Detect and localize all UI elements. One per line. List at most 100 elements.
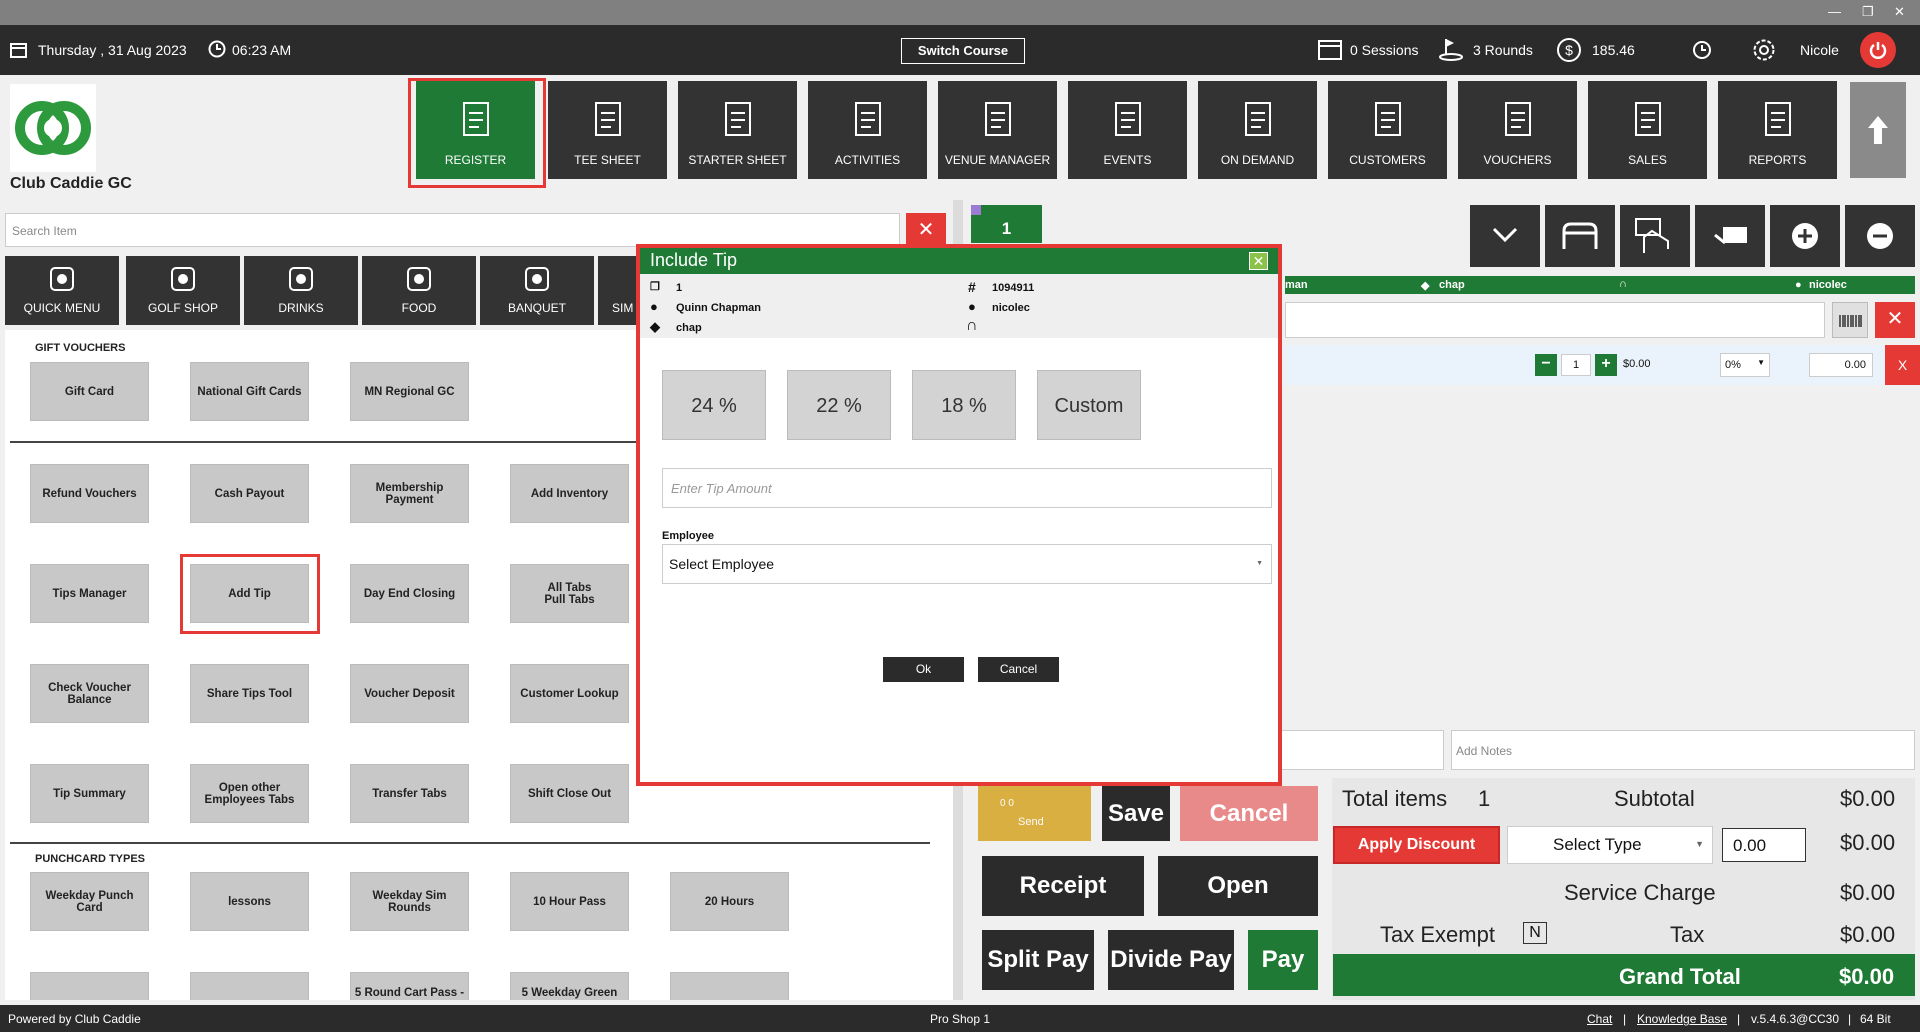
tip-option-custom[interactable]: Custom <box>1037 370 1141 440</box>
scroll-up-button[interactable] <box>1850 82 1906 178</box>
tip-option-24-percent[interactable]: 24 % <box>662 370 766 440</box>
history-clock-icon[interactable] <box>1692 40 1712 60</box>
item-membership-payment[interactable]: Membership Payment <box>350 464 469 523</box>
add-notes-input[interactable]: Add Notes <box>1451 730 1915 770</box>
category-sim[interactable]: SIM <box>598 256 638 325</box>
tip-option-18-percent[interactable]: 18 % <box>912 370 1016 440</box>
category-food[interactable]: FOOD <box>362 256 476 325</box>
category-banquet[interactable]: BANQUET <box>480 256 594 325</box>
cart-button[interactable] <box>1545 205 1615 267</box>
item-lessons[interactable]: lessons <box>190 872 309 931</box>
open-button[interactable]: Open <box>1158 856 1318 916</box>
item-mn-regional-gc[interactable]: MN Regional GC <box>350 362 469 421</box>
category-quick-menu[interactable]: QUICK MENU <box>5 256 119 325</box>
item-day-end-closing[interactable]: Day End Closing <box>350 564 469 623</box>
add-item-button[interactable] <box>1770 205 1840 267</box>
dialog-cancel-button[interactable]: Cancel <box>978 657 1059 682</box>
nav-tile-sales[interactable]: SALES <box>1588 81 1707 179</box>
notes-left-field[interactable] <box>1280 730 1444 770</box>
nav-tile-starter-sheet[interactable]: STARTER SHEET <box>678 81 797 179</box>
item-tip-summary[interactable]: Tip Summary <box>30 764 149 823</box>
item-national-gift-cards[interactable]: National Gift Cards <box>190 362 309 421</box>
clear-customer-button[interactable]: ✕ <box>1875 302 1915 338</box>
tip-option-22-percent[interactable]: 22 % <box>787 370 891 440</box>
line-discount-select[interactable]: 0% ▼ <box>1720 353 1770 377</box>
category-drinks[interactable]: DRINKS <box>244 256 358 325</box>
drawer-balance[interactable]: 185.46 <box>1592 42 1635 58</box>
item-weekday-sim-rounds[interactable]: Weekday Sim Rounds <box>350 872 469 931</box>
close-window-button[interactable]: ✕ <box>1894 4 1905 20</box>
settings-gear-icon[interactable] <box>1752 38 1776 62</box>
tip-amount-input[interactable]: Enter Tip Amount <box>662 468 1272 508</box>
nav-tile-events[interactable]: EVENTS <box>1068 81 1187 179</box>
item-partial[interactable] <box>670 972 789 1000</box>
item-partial[interactable]: 5 Weekday Green <box>510 972 629 1000</box>
send-button[interactable]: 0 0 Send <box>978 786 1091 841</box>
nav-tile-tee-sheet[interactable]: TEE SHEET <box>548 81 667 179</box>
person-icon: ● <box>968 299 976 314</box>
nav-tile-customers[interactable]: CUSTOMERS <box>1328 81 1447 179</box>
discount-type-select[interactable]: Select Type ▼ <box>1507 826 1713 864</box>
search-item-input[interactable]: Search Item <box>5 213 900 247</box>
item-refund-vouchers[interactable]: Refund Vouchers <box>30 464 149 523</box>
item-partial[interactable]: 5 Round Cart Pass - <box>350 972 469 1000</box>
discount-value-input[interactable]: 0.00 <box>1722 828 1806 862</box>
item-10-hour-pass[interactable]: 10 Hour Pass <box>510 872 629 931</box>
item-shift-close-out[interactable]: Shift Close Out <box>510 764 629 823</box>
item-gift-card[interactable]: Gift Card <box>30 362 149 421</box>
nav-tile-activities[interactable]: ACTIVITIES <box>808 81 927 179</box>
chat-link[interactable]: Chat <box>1587 1012 1612 1026</box>
order-tab-1[interactable]: 1 <box>971 205 1042 243</box>
item-weekday-punch-card[interactable]: Weekday Punch Card <box>30 872 149 931</box>
save-button[interactable]: Save <box>1102 786 1170 841</box>
tax-exempt-toggle[interactable]: N <box>1523 922 1547 944</box>
item-cash-payout[interactable]: Cash Payout <box>190 464 309 523</box>
item-all-tabs-pull-tabs[interactable]: All Tabs Pull Tabs <box>510 564 629 623</box>
item-open-other-employees-tabs[interactable]: Open other Employees Tabs <box>190 764 309 823</box>
item-customer-lookup[interactable]: Customer Lookup <box>510 664 629 723</box>
item-add-inventory[interactable]: Add Inventory <box>510 464 629 523</box>
restore-button[interactable]: ❐ <box>1862 4 1874 20</box>
receipt-button[interactable]: Receipt <box>982 856 1144 916</box>
rounds-count[interactable]: 3 Rounds <box>1473 42 1533 58</box>
user-name[interactable]: Nicole <box>1800 42 1839 58</box>
item-share-tips-tool[interactable]: Share Tips Tool <box>190 664 309 723</box>
qty-decrease-button[interactable]: − <box>1535 354 1557 376</box>
nav-tile-reports[interactable]: REPORTS <box>1718 81 1837 179</box>
power-button[interactable] <box>1860 32 1896 68</box>
card-swipe-button[interactable] <box>1695 205 1765 267</box>
remove-line-button[interactable]: X <box>1885 345 1920 385</box>
barcode-button[interactable] <box>1832 302 1868 338</box>
clear-search-button[interactable]: ✕ <box>906 213 946 247</box>
remove-item-button[interactable] <box>1845 205 1915 267</box>
item-voucher-deposit[interactable]: Voucher Deposit <box>350 664 469 723</box>
item-check-voucher-balance[interactable]: Check Voucher Balance <box>30 664 149 723</box>
customer-search-field[interactable] <box>1285 302 1825 338</box>
sessions-count[interactable]: 0 Sessions <box>1350 42 1418 58</box>
nav-tile-on-demand[interactable]: ON DEMAND <box>1198 81 1317 179</box>
pay-button[interactable]: Pay <box>1248 930 1318 990</box>
qty-increase-button[interactable]: + <box>1595 354 1617 376</box>
employee-select[interactable]: Select Employee ▼ <box>662 544 1272 584</box>
cancel-order-button[interactable]: Cancel <box>1180 786 1318 841</box>
nav-tile-vouchers[interactable]: VOUCHERS <box>1458 81 1577 179</box>
dialog-close-button[interactable]: ✕ <box>1249 252 1268 270</box>
split-pay-button[interactable]: Split Pay <box>982 930 1094 990</box>
qty-input[interactable]: 1 <box>1561 354 1591 376</box>
item-20-hours[interactable]: 20 Hours <box>670 872 789 931</box>
item-partial[interactable] <box>190 972 309 1000</box>
hand-payment-button[interactable] <box>1620 205 1690 267</box>
divide-pay-button[interactable]: Divide Pay <box>1108 930 1234 990</box>
switch-course-button[interactable]: Switch Course <box>901 38 1025 64</box>
knowledge-base-link[interactable]: Knowledge Base <box>1637 1012 1727 1026</box>
item-transfer-tabs[interactable]: Transfer Tabs <box>350 764 469 823</box>
dialog-ok-button[interactable]: Ok <box>883 657 964 682</box>
minimize-button[interactable]: — <box>1828 4 1841 19</box>
item-tips-manager[interactable]: Tips Manager <box>30 564 149 623</box>
apply-discount-button[interactable]: Apply Discount <box>1333 826 1500 864</box>
collapse-button[interactable] <box>1470 205 1540 267</box>
category-golf-shop[interactable]: GOLF SHOP <box>126 256 240 325</box>
nav-tile-venue-manager[interactable]: VENUE MANAGER <box>938 81 1057 179</box>
item-partial[interactable] <box>30 972 149 1000</box>
line-amount-input[interactable]: 0.00 <box>1809 353 1873 377</box>
